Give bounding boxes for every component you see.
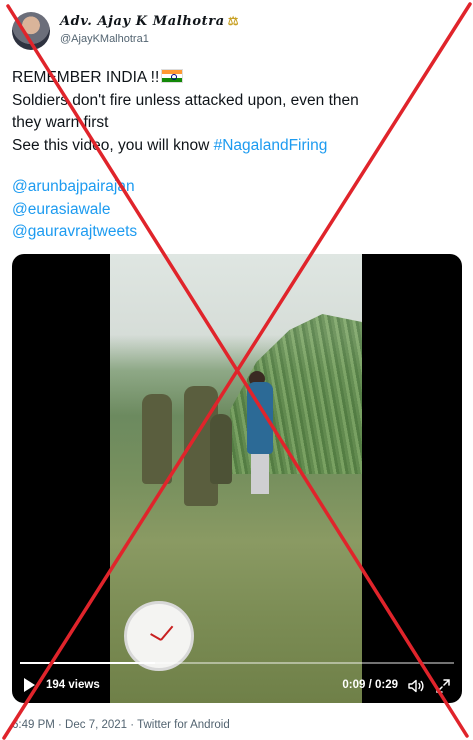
view-count: 194 views [46,679,100,691]
video-scene-person [247,382,273,454]
tweet-line-3: they warn first [12,114,109,131]
video-scene-person-legs [251,454,269,494]
display-name-text: Adv. Ajay K Malhotra [60,14,225,29]
mention-link[interactable]: @arunbajpairajan [12,176,137,199]
volume-icon[interactable] [408,679,424,693]
mention-link[interactable]: @eurasiawale [12,199,137,222]
play-icon[interactable] [24,678,35,692]
tweet-line-2: Soldiers don't fire unless attacked upon… [12,91,359,109]
user-handle[interactable]: @AjayKMalhotra1 [60,33,149,45]
mention-link[interactable]: @gauravrajtweets [12,221,137,244]
tweet-text: REMEMBER INDIA !! Soldiers don't fire un… [12,67,462,157]
video-time: 0:09 / 0:29 [342,679,398,691]
avatar[interactable] [12,12,50,50]
clock-icon [124,601,194,671]
clock-hand [150,633,162,641]
mentions-list: @arunbajpairajan @eurasiawale @gauravraj… [12,176,137,244]
display-name[interactable]: Adv. Ajay K Malhotra ⚖ [60,14,239,29]
video-frame[interactable] [110,254,362,703]
tweet-line-4: See this video, you will know #NagalandF… [12,136,328,154]
hashtag-link[interactable]: #NagalandFiring [214,137,328,154]
clock-hand [160,625,174,641]
video-progress-bar[interactable] [20,662,454,664]
video-scene-soldier [210,414,232,484]
video-player[interactable]: 194 views 0:09 / 0:29 [12,254,462,703]
video-scene-soldier [142,394,172,484]
fullscreen-icon[interactable] [436,679,450,693]
tweet-line-1: REMEMBER INDIA !! [12,67,462,90]
video-progress-fill [20,662,155,664]
tweet-header: Adv. Ajay K Malhotra ⚖ @AjayKMalhotra1 [12,12,462,52]
tweet-metadata[interactable]: 6:49 PM · Dec 7, 2021 · Twitter for Andr… [12,719,230,731]
india-flag-icon [161,69,184,83]
scales-icon: ⚖ [227,14,240,28]
